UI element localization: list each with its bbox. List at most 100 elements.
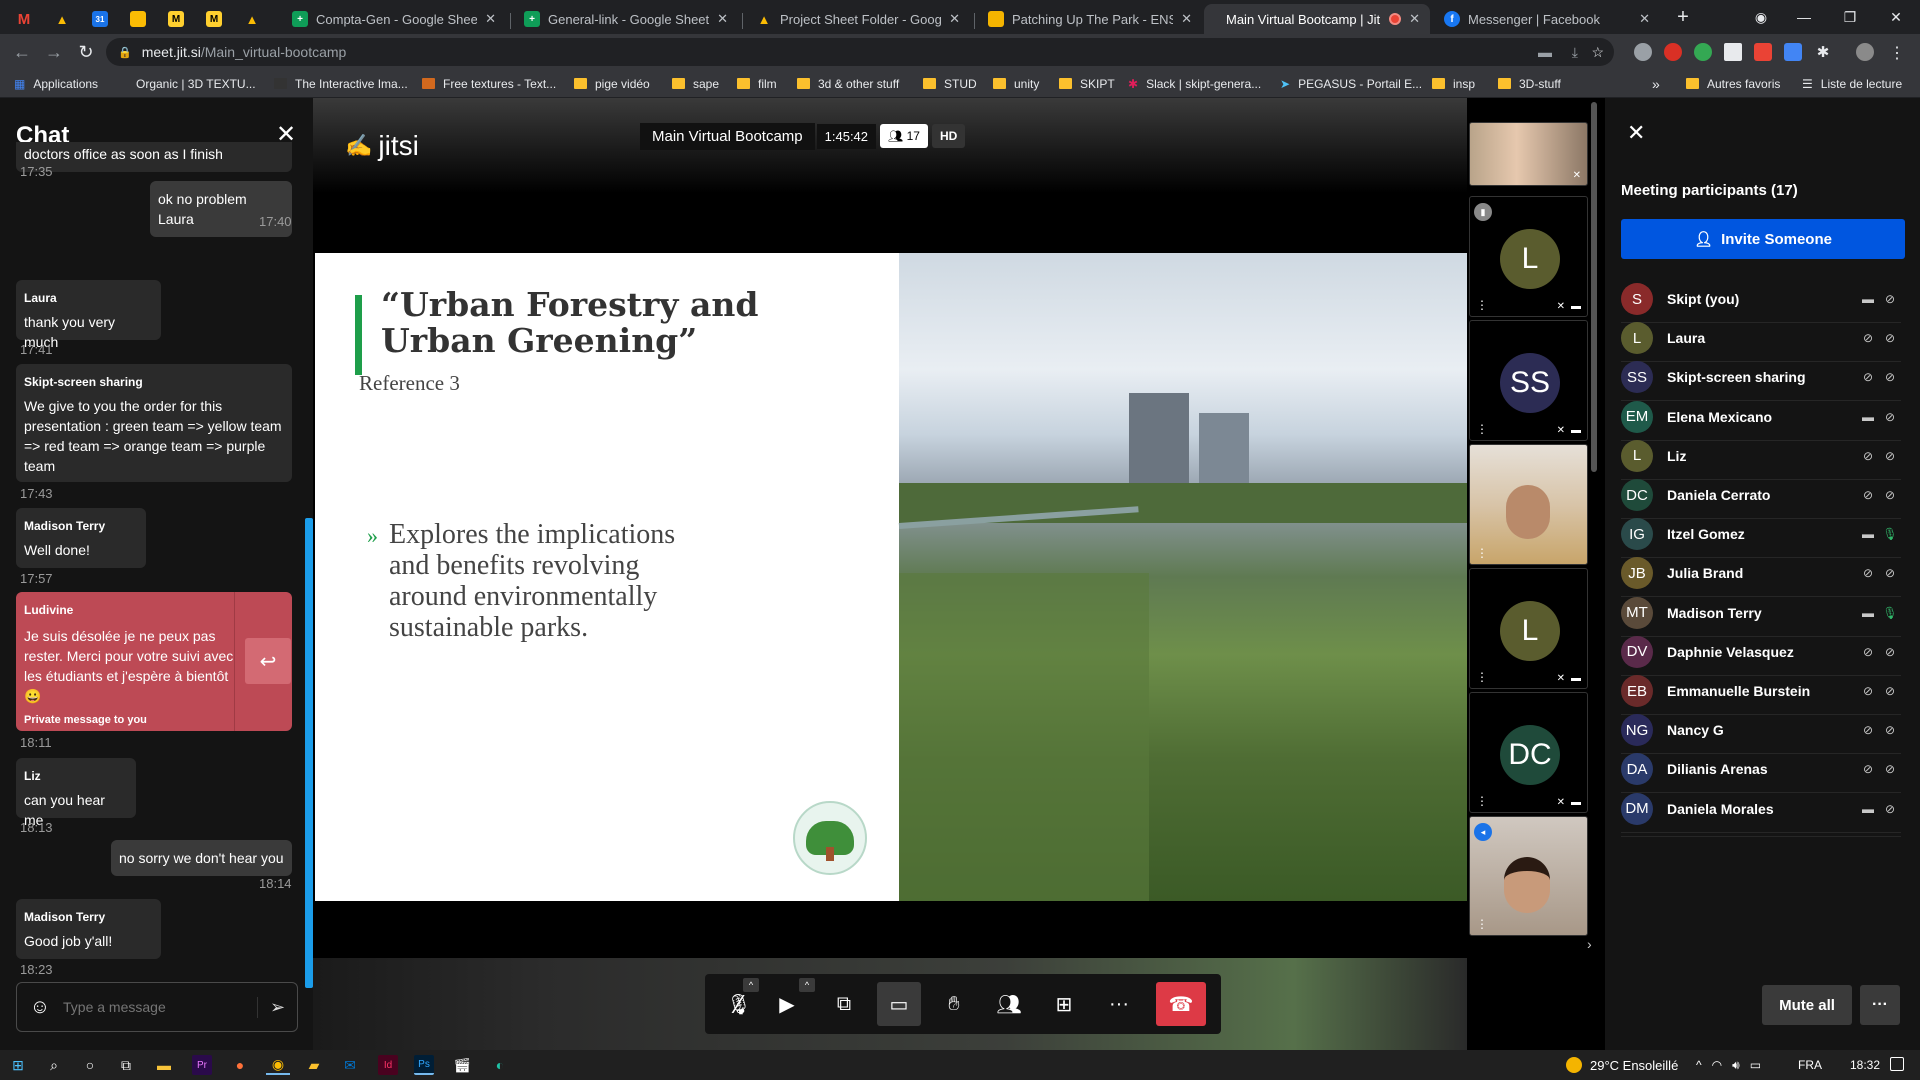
close-tab-icon[interactable]: ✕	[485, 11, 496, 27]
participant-count-badge[interactable]: 👥︎ 17	[880, 124, 928, 148]
video-thumbnail[interactable]: ✕	[1469, 122, 1588, 186]
bookmark-item[interactable]: STUD	[923, 70, 977, 97]
participant-tile[interactable]: ▮ L ⋮ ✕ ▬	[1469, 196, 1588, 317]
bookmark-item[interactable]: SKIPT	[1059, 70, 1115, 97]
bookmark-other-favorites[interactable]: Autres favoris	[1686, 70, 1780, 97]
bookmark-item[interactable]: unity	[993, 70, 1039, 97]
tab-main-virtual-bootcamp[interactable]: Main Virtual Bootcamp | Jit ✕	[1204, 4, 1430, 34]
chat-scrollbar[interactable]	[305, 518, 313, 988]
search-icon[interactable]: ⌕	[44, 1055, 64, 1075]
menu-icon[interactable]: ⋮	[1888, 43, 1906, 62]
participant-tile[interactable]: SS ⋮ ✕ ▬	[1469, 320, 1588, 441]
raise-hand-icon[interactable]: ✋︎	[932, 982, 976, 1026]
tile-menu-icon[interactable]: ⋮	[1476, 917, 1488, 931]
new-tab-button[interactable]: +	[1668, 0, 1698, 34]
bookmark-item[interactable]: ➤ PEGASUS - Portail E...	[1280, 70, 1422, 97]
bookmark-reading-list[interactable]: ☰ Liste de lecture	[1802, 70, 1902, 97]
forward-icon[interactable]: →	[40, 34, 68, 70]
tab-miro[interactable]: M	[158, 4, 192, 34]
minimize-icon[interactable]: —	[1784, 0, 1824, 34]
firefox-icon[interactable]: ●	[230, 1055, 250, 1075]
task-view-icon[interactable]: ⧉	[116, 1055, 136, 1075]
participants-icon[interactable]: 👥︎	[987, 982, 1031, 1026]
tab-patching-up-the-park[interactable]: Patching Up The Park - ENSAD ✕	[978, 4, 1202, 34]
tile-menu-icon[interactable]: ⋮	[1476, 422, 1488, 436]
video-thumbnail[interactable]: ⋮	[1469, 444, 1588, 565]
maximize-icon[interactable]: ❐	[1830, 0, 1870, 34]
video-quality-badge[interactable]: HD	[931, 124, 966, 148]
close-window-icon[interactable]: ✕	[1876, 0, 1916, 34]
reply-icon[interactable]: ↩	[245, 638, 291, 684]
send-icon[interactable]: ➢	[257, 996, 297, 1018]
screen-share-icon[interactable]: ⧉	[822, 982, 866, 1026]
sticky-notes-icon[interactable]: ▰	[304, 1055, 324, 1075]
more-bookmarks-icon[interactable]: »	[1652, 70, 1660, 97]
hangup-icon[interactable]: ☎︎	[1156, 982, 1206, 1026]
premiere-icon[interactable]: Pr	[192, 1055, 212, 1075]
tile-menu-icon[interactable]: ⋮	[1476, 546, 1488, 560]
install-icon[interactable]: ⤓	[1572, 44, 1578, 61]
weather-widget[interactable]: 29°C Ensoleillé	[1566, 1050, 1678, 1080]
chat-toggle-icon[interactable]: ▭	[877, 982, 921, 1026]
mic-options-chevron-icon[interactable]: ^	[743, 978, 759, 992]
address-bar[interactable]: 🔒 meet.jit.si/Main_virtual-bootcamp ▬ ⤓ …	[106, 38, 1614, 66]
more-options-icon[interactable]: ···	[1097, 982, 1141, 1026]
mute-all-button[interactable]: Mute all	[1762, 985, 1852, 1025]
filmstrip-collapse-icon[interactable]: ›	[1587, 936, 1592, 952]
close-participants-icon[interactable]: ✕	[1627, 120, 1645, 146]
language-indicator[interactable]: FRA	[1798, 1058, 1822, 1072]
bookmark-item[interactable]: insp	[1432, 70, 1475, 97]
extension-icon[interactable]	[1694, 43, 1712, 61]
tab-drive-2[interactable]: ▲	[234, 4, 268, 34]
video-thumbnail[interactable]: ◂ ⋮	[1469, 816, 1588, 936]
tab-general-link[interactable]: + General-link - Google Sheets ✕	[514, 4, 738, 34]
tab-project-sheet-folder[interactable]: ▲ Project Sheet Folder - Google D ✕	[746, 4, 970, 34]
chevron-up-icon[interactable]: ^	[1696, 1058, 1702, 1072]
tab-messenger[interactable]: f Messenger | Facebook ✕	[1434, 4, 1660, 34]
extension-icon[interactable]	[1664, 43, 1682, 61]
emoji-icon[interactable]: ☺	[17, 996, 63, 1019]
camera-permission-icon[interactable]: ▬	[1538, 44, 1552, 60]
tile-menu-icon[interactable]: ⋮	[1476, 794, 1488, 808]
clock[interactable]: 18:32	[1850, 1058, 1880, 1072]
bookmark-item[interactable]: pige vidéo	[574, 70, 650, 97]
extension-icon[interactable]	[1784, 43, 1802, 61]
bookmark-star-icon[interactable]: ☆	[1591, 44, 1604, 61]
mail-icon[interactable]: ✉	[340, 1055, 360, 1075]
windows-start-icon[interactable]: ⊞	[8, 1055, 28, 1075]
bookmark-item[interactable]: The Interactive Ima...	[274, 70, 408, 97]
puzzle-icon[interactable]: ✱	[1814, 43, 1832, 61]
camera-options-chevron-icon[interactable]: ^	[799, 978, 815, 992]
filmstrip-scrollbar[interactable]	[1591, 102, 1597, 472]
bookmark-item[interactable]: 3D-stuff	[1498, 70, 1561, 97]
clapperboard-icon[interactable]: 🎬︎	[452, 1055, 472, 1075]
tab-drive[interactable]: ▲	[44, 4, 78, 34]
tab-miro-2[interactable]: M	[196, 4, 230, 34]
edge-icon[interactable]: ◐	[490, 1055, 510, 1075]
tile-view-icon[interactable]: ⊞	[1042, 982, 1086, 1026]
photoshop-icon[interactable]: Ps	[414, 1055, 434, 1075]
invite-someone-button[interactable]: 👤︎ Invite Someone	[1621, 219, 1905, 259]
tab-gmail[interactable]: M	[6, 4, 40, 34]
tile-menu-icon[interactable]: ⋮	[1476, 670, 1488, 684]
bookmark-item[interactable]: ✱ Slack | skipt-genera...	[1128, 70, 1261, 97]
close-tab-icon[interactable]: ✕	[1639, 11, 1650, 27]
cortana-icon[interactable]: ○	[80, 1055, 100, 1075]
tab-calendar[interactable]: 31	[82, 4, 116, 34]
file-explorer-icon[interactable]: ▬	[154, 1055, 174, 1075]
more-options-icon[interactable]: ···	[1860, 985, 1900, 1025]
reload-icon[interactable]: ↻	[72, 34, 100, 70]
chrome-icon[interactable]: ◉	[266, 1055, 290, 1075]
tab-compta-gen[interactable]: + Compta-Gen - Google Sheets ✕	[282, 4, 506, 34]
extension-icon[interactable]	[1754, 43, 1772, 61]
close-tab-icon[interactable]: ✕	[1181, 11, 1192, 27]
bookmark-applications[interactable]: ▦ Applications	[14, 70, 98, 97]
chat-message-input[interactable]	[63, 987, 257, 1027]
close-tab-icon[interactable]: ✕	[949, 11, 960, 27]
close-tab-icon[interactable]: ✕	[717, 11, 728, 27]
back-icon[interactable]: ←	[8, 34, 36, 70]
bookmark-item[interactable]: 3d & other stuff	[797, 70, 899, 97]
tab-keep[interactable]	[120, 4, 154, 34]
participant-tile[interactable]: DC ⋮ ✕ ▬	[1469, 692, 1588, 813]
tile-menu-icon[interactable]: ⋮	[1476, 298, 1488, 312]
